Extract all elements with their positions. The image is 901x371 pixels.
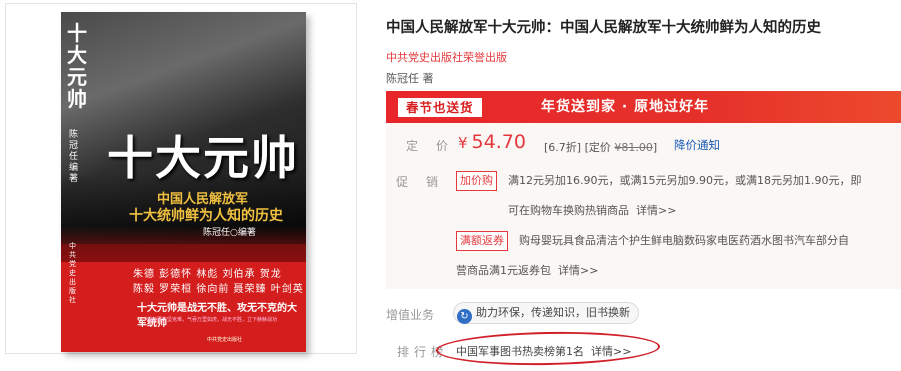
promo-text-coupon-line2: 营商品满1元返券包 详情>> [456, 264, 599, 277]
cover-author: 陈冠任○编著 [203, 228, 256, 238]
banner-tag: 春节也送货 [398, 98, 482, 117]
cover-publisher: 中共党史出版社 [207, 337, 243, 343]
product-author[interactable]: 陈冠任 著 [386, 70, 434, 86]
promo-coupon-details-link[interactable]: 详情>> [558, 264, 598, 277]
original-price: ¥81.00 [614, 141, 653, 154]
book-trade-in-chip[interactable]: ↻ 助力环保，传递知识，旧书换新 [453, 302, 639, 324]
product-title: 中国人民解放军十大元帅：中国人民解放军十大统帅鲜为人知的历史 [386, 20, 821, 36]
promo-text-add-on-line1: 满12元另加16.90元，或满15元另加9.90元，或满18元另加1.90元，即 [508, 174, 862, 187]
promo-text-coupon-line1: 购母婴玩具食品清洁个护生鲜电脑数码家电医药酒水图书汽车部分自 [519, 234, 849, 247]
ranking-highlight-circle [435, 330, 661, 367]
promo-text-add-on-line2: 可在购物车换购热销商品 详情>> [508, 204, 677, 217]
cover-slogan: 十大元帅是战无不胜、攻无不克的大军统帅 [137, 303, 297, 329]
product-publisher-link[interactable]: 中共党史出版社荣誉出版 [386, 49, 507, 65]
price-drop-notify-link[interactable]: 降价通知 [674, 137, 720, 153]
price-value: ¥54.70 [458, 131, 526, 153]
promo-tag-coupon[interactable]: 满额返券 [456, 231, 508, 251]
cover-small-text: 解放军攻坚克难，气吞万里如虎，战无不胜，立下赫赫战功 [147, 317, 278, 323]
cover-names-line2: 陈毅 罗荣桓 徐向前 聂荣臻 叶剑英 [133, 284, 304, 295]
discount-info: [6.7折] [定价 ¥81.00] [544, 141, 658, 154]
promotion-label: 促销 [396, 175, 439, 189]
recycle-icon: ↻ [457, 309, 472, 324]
book-trade-in-text: 助力环保，传递知识，旧书换新 [476, 306, 630, 319]
price-promo-panel: 春节也送货 年货送到家 · 原地过好年 定价 ¥54.70 [6.7折] [定价… [386, 91, 901, 289]
book-cover-image[interactable]: 十大元帅 陈冠任 编著 中共党史出版社 十大元帅 中国人民解放军 十大统帅鲜为人… [61, 12, 306, 352]
promo-add-on-details-link[interactable]: 详情>> [636, 204, 676, 217]
cover-subtitle-line2: 十大统帅鲜为人知的历史 [129, 208, 283, 224]
cover-spine-author: 陈冠任 编著 [69, 130, 79, 184]
festival-banner[interactable]: 春节也送货 年货送到家 · 原地过好年 [386, 91, 901, 123]
cover-names-line1: 朱德 彭德怀 林彪 刘伯承 贺龙 [133, 269, 282, 280]
cover-big-title: 十大元帅 [107, 131, 299, 185]
cover-spine-title: 十大元帅 [67, 21, 87, 111]
cover-spine-publisher: 中共党史出版社 [69, 242, 76, 304]
promo-tag-add-on[interactable]: 加价购 [456, 171, 497, 191]
banner-text: 年货送到家 · 原地过好年 [541, 99, 710, 115]
product-image-frame[interactable]: 十大元帅 陈冠任 编著 中共党史出版社 十大元帅 中国人民解放军 十大统帅鲜为人… [5, 3, 357, 354]
price-currency: ¥ [458, 134, 468, 152]
price-amount: 54.70 [471, 131, 526, 153]
value-added-service-label: 增值业务 [386, 308, 435, 322]
price-label: 定价 [406, 139, 449, 153]
